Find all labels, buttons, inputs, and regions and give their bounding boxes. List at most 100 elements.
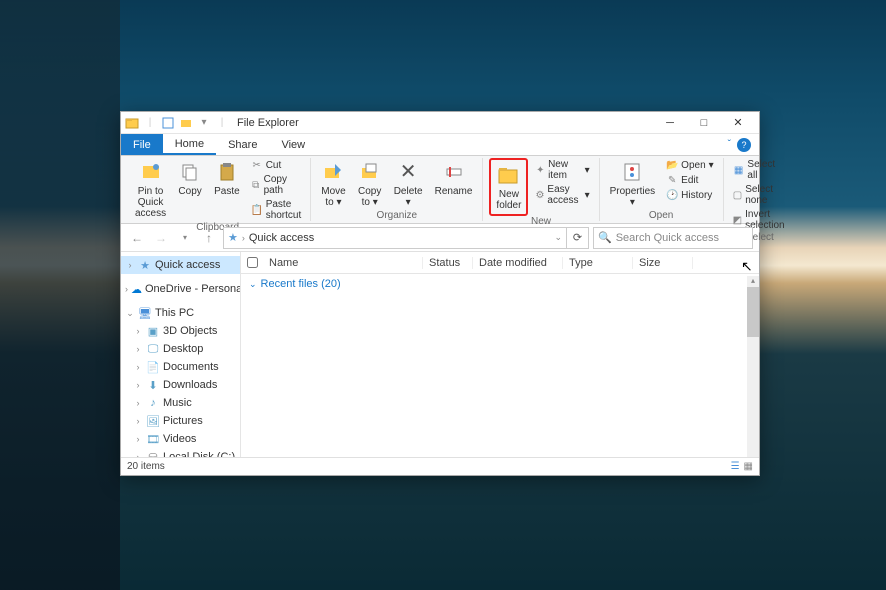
close-button[interactable]: ✕	[721, 113, 755, 133]
open-icon: 📂	[666, 159, 678, 171]
sidebar-quick-access[interactable]: › ★ Quick access	[121, 256, 240, 274]
help-icon[interactable]: ?	[737, 138, 751, 152]
easy-access-icon: ⚙	[535, 189, 544, 201]
sidebar-videos[interactable]: ›🎞Videos	[121, 430, 240, 448]
move-to-button[interactable]: Move to ▾	[317, 158, 349, 210]
select-all-checkbox[interactable]	[241, 257, 263, 268]
ribbon-group-new: New folder ✦New item ▾ ⚙Easy access ▾ Ne…	[483, 158, 599, 221]
address-input[interactable]: ★ › Quick access ⌄	[223, 227, 567, 249]
history-icon: 🕑	[666, 189, 678, 201]
select-none-button[interactable]: ▢Select none	[730, 183, 790, 207]
titlebar: | ▾ | File Explorer ─ □ ✕	[121, 112, 759, 134]
paste-shortcut-button[interactable]: 📋Paste shortcut	[248, 198, 305, 222]
properties-button[interactable]: Properties▾	[606, 158, 660, 210]
navigation-pane: › ★ Quick access › ☁ OneDrive - Personal…	[121, 252, 241, 457]
paste-shortcut-icon: 📋	[251, 204, 263, 216]
new-item-button[interactable]: ✦New item ▾	[532, 158, 592, 182]
copy-to-button[interactable]: Copy to ▾	[354, 158, 386, 210]
maximize-button[interactable]: □	[687, 113, 721, 133]
scroll-up-icon[interactable]: ▴	[747, 276, 759, 285]
easy-access-button[interactable]: ⚙Easy access ▾	[532, 183, 592, 207]
select-all-icon: ▦	[733, 164, 745, 176]
pin-to-quick-access-button[interactable]: Pin to Quick access	[131, 158, 170, 221]
up-button[interactable]: ↑	[199, 228, 219, 248]
address-dropdown-icon[interactable]: ⌄	[554, 232, 562, 243]
history-button[interactable]: 🕑History	[663, 188, 717, 202]
drive-icon: ⛁	[146, 450, 160, 457]
cut-icon: ✂	[251, 159, 263, 171]
ribbon-tabs: File Home Share View ˇ ?	[121, 134, 759, 156]
tab-view[interactable]: View	[269, 134, 317, 155]
ribbon-group-open: Properties▾ 📂Open ▾ ✎Edit 🕑History Open	[600, 158, 724, 221]
breadcrumb-separator: ›	[242, 233, 245, 243]
pin-icon	[139, 160, 163, 184]
ribbon-collapse-icon[interactable]: ˇ	[728, 139, 731, 150]
sidebar-music[interactable]: ›♪Music	[121, 394, 240, 412]
column-type[interactable]: Type	[563, 257, 633, 269]
sidebar-documents[interactable]: ›📄Documents	[121, 358, 240, 376]
qat-newfolder-icon[interactable]	[179, 116, 193, 130]
details-view-button[interactable]: ☰	[731, 461, 740, 472]
column-headers: Name Status Date modified Type Size	[241, 252, 759, 274]
file-explorer-window: | ▾ | File Explorer ─ □ ✕ File Home Shar…	[120, 111, 760, 476]
videos-icon: 🎞	[146, 432, 160, 446]
paste-button[interactable]: Paste	[210, 158, 244, 199]
vertical-scrollbar[interactable]: ▴	[747, 276, 759, 457]
chevron-down-icon: ⌄	[249, 279, 257, 290]
group-header-recent[interactable]: ⌄ Recent files (20)	[249, 278, 751, 290]
edit-button[interactable]: ✎Edit	[663, 173, 717, 187]
ribbon-group-organize: Move to ▾ Copy to ▾ ✕ Delete▾ Rename	[311, 158, 483, 221]
column-date-modified[interactable]: Date modified	[473, 257, 563, 269]
sidebar-desktop[interactable]: ›🖵Desktop	[121, 340, 240, 358]
select-all-button[interactable]: ▦Select all	[730, 158, 790, 182]
delete-button[interactable]: ✕ Delete▾	[390, 158, 427, 210]
select-none-icon: ▢	[733, 189, 743, 201]
qat-properties-icon[interactable]	[161, 116, 175, 130]
column-size[interactable]: Size	[633, 257, 693, 269]
forward-button[interactable]: →	[151, 228, 171, 248]
back-button[interactable]: ←	[127, 228, 147, 248]
explorer-icon	[125, 116, 139, 130]
music-icon: ♪	[146, 396, 160, 410]
sidebar-local-disk-c[interactable]: ›⛁Local Disk (C:)	[121, 448, 240, 457]
cut-button[interactable]: ✂Cut	[248, 158, 305, 172]
sidebar-this-pc[interactable]: ⌄ 🖥 This PC	[121, 304, 240, 322]
copy-path-button[interactable]: ⧉Copy path	[248, 173, 305, 197]
ribbon-group-select: ▦Select all ▢Select none ◩Invert selecti…	[724, 158, 796, 221]
thumbnails-view-button[interactable]: ▦	[744, 461, 753, 472]
tab-home[interactable]: Home	[163, 134, 216, 155]
tab-file[interactable]: File	[121, 134, 163, 155]
qat-separator: |	[143, 116, 157, 130]
scrollbar-thumb[interactable]	[747, 287, 759, 337]
desktop-icon: 🖵	[146, 342, 160, 356]
new-folder-button[interactable]: New folder	[492, 161, 525, 213]
sidebar-3d-objects[interactable]: ›▣3D Objects	[121, 322, 240, 340]
search-input[interactable]: 🔍 Search Quick access	[593, 227, 753, 249]
refresh-button[interactable]: ⟳	[567, 227, 589, 249]
recent-locations-button[interactable]: ▾	[175, 228, 195, 248]
paste-icon	[215, 160, 239, 184]
tab-share[interactable]: Share	[216, 134, 269, 155]
new-item-icon: ✦	[535, 164, 545, 176]
properties-icon	[620, 160, 644, 184]
file-list-body[interactable]: ⌄ Recent files (20)	[241, 274, 759, 457]
desktop-background: | ▾ | File Explorer ─ □ ✕ File Home Shar…	[0, 0, 886, 590]
column-name[interactable]: Name	[263, 257, 423, 269]
copy-button[interactable]: Copy	[174, 158, 206, 199]
breadcrumb-location[interactable]: Quick access	[249, 232, 314, 244]
star-icon: ★	[138, 258, 152, 272]
rename-icon	[442, 160, 466, 184]
column-status[interactable]: Status	[423, 257, 473, 269]
qat-dropdown-icon[interactable]: ▾	[197, 116, 211, 130]
sidebar-onedrive[interactable]: › ☁ OneDrive - Personal	[121, 280, 240, 298]
open-button[interactable]: 📂Open ▾	[663, 158, 717, 172]
expand-icon[interactable]: ›	[125, 260, 135, 270]
expand-icon[interactable]: ›	[125, 284, 128, 294]
minimize-button[interactable]: ─	[653, 113, 687, 133]
sidebar-downloads[interactable]: ›⬇Downloads	[121, 376, 240, 394]
copy-icon	[178, 160, 202, 184]
onedrive-icon: ☁	[131, 282, 142, 296]
rename-button[interactable]: Rename	[431, 158, 477, 199]
collapse-icon[interactable]: ⌄	[125, 308, 135, 319]
sidebar-pictures[interactable]: ›🖼Pictures	[121, 412, 240, 430]
